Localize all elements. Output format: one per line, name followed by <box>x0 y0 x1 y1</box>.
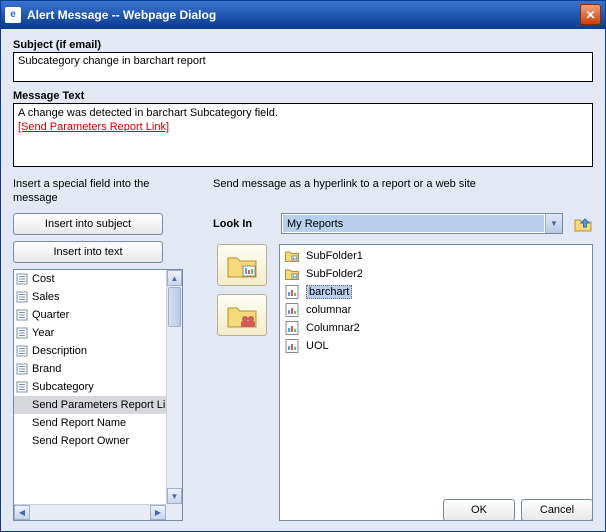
report-icon <box>284 284 300 300</box>
lookin-dropdown[interactable]: My Reports ▼ <box>281 213 563 234</box>
folder-icon <box>284 266 300 282</box>
file-list[interactable]: SubFolder1SubFolder2barchartcolumnarColu… <box>279 244 593 521</box>
close-button[interactable]: ✕ <box>580 4 601 25</box>
folder-item[interactable]: SubFolder2 <box>280 265 592 283</box>
field-item[interactable]: Description <box>14 342 166 360</box>
field-icon <box>16 291 28 303</box>
window-title: Alert Message -- Webpage Dialog <box>27 8 216 22</box>
titlebar: e Alert Message -- Webpage Dialog ✕ <box>1 1 605 29</box>
report-icon <box>284 320 300 336</box>
message-label: Message Text <box>13 90 593 102</box>
subject-input[interactable]: Subcategory change in barchart report <box>13 52 593 82</box>
scroll-thumb[interactable] <box>168 287 181 327</box>
field-extra-item[interactable]: Send Parameters Report Link <box>14 396 166 414</box>
report-item[interactable]: Columnar2 <box>280 319 592 337</box>
shared-reports-folder-button[interactable] <box>217 294 267 336</box>
field-icon <box>16 309 28 321</box>
field-item[interactable]: Year <box>14 324 166 342</box>
field-item[interactable]: Quarter <box>14 306 166 324</box>
ok-button[interactable]: OK <box>443 499 515 521</box>
field-item[interactable]: Brand <box>14 360 166 378</box>
cancel-button[interactable]: Cancel <box>521 499 593 521</box>
chevron-down-icon[interactable]: ▼ <box>545 214 562 233</box>
field-icon <box>16 345 28 357</box>
link-hint: Send message as a hyperlink to a report … <box>213 177 593 191</box>
fields-listbox[interactable]: CostSalesQuarterYearDescriptionBrandSubc… <box>13 269 183 521</box>
lookin-label: Look In <box>213 218 271 230</box>
scroll-left-icon[interactable]: ◀ <box>14 505 30 520</box>
folder-item[interactable]: SubFolder1 <box>280 247 592 265</box>
insert-subject-button[interactable]: Insert into subject <box>13 213 163 235</box>
scroll-right-icon[interactable]: ▶ <box>150 505 166 520</box>
scroll-up-icon[interactable]: ▲ <box>167 270 182 286</box>
my-reports-folder-button[interactable] <box>217 244 267 286</box>
field-item[interactable]: Sales <box>14 288 166 306</box>
insert-text-button[interactable]: Insert into text <box>13 241 163 263</box>
field-icon <box>16 327 28 339</box>
app-icon: e <box>5 7 21 23</box>
report-icon <box>284 302 300 318</box>
scrollbar-horizontal[interactable]: ◀ ▶ <box>14 504 166 520</box>
field-extra-item[interactable]: Send Report Owner <box>14 432 166 450</box>
field-icon <box>16 363 28 375</box>
message-input[interactable]: A change was detected in barchart Subcat… <box>13 103 593 167</box>
scrollbar-vertical[interactable]: ▲ ▼ <box>166 270 182 504</box>
up-folder-icon[interactable] <box>573 214 593 234</box>
report-item[interactable]: barchart <box>280 283 592 301</box>
report-item[interactable]: UOL <box>280 337 592 355</box>
insert-hint: Insert a special field into the message <box>13 177 183 205</box>
field-item[interactable]: Subcategory <box>14 378 166 396</box>
field-item[interactable]: Cost <box>14 270 166 288</box>
report-icon <box>284 338 300 354</box>
field-icon <box>16 381 28 393</box>
parameters-link-token[interactable]: [Send Parameters Report Link] <box>18 121 169 133</box>
scroll-down-icon[interactable]: ▼ <box>167 488 182 504</box>
report-item[interactable]: columnar <box>280 301 592 319</box>
field-extra-item[interactable]: Send Report Name <box>14 414 166 432</box>
field-icon <box>16 273 28 285</box>
folder-icon <box>284 248 300 264</box>
subject-label: Subject (if email) <box>13 39 593 51</box>
